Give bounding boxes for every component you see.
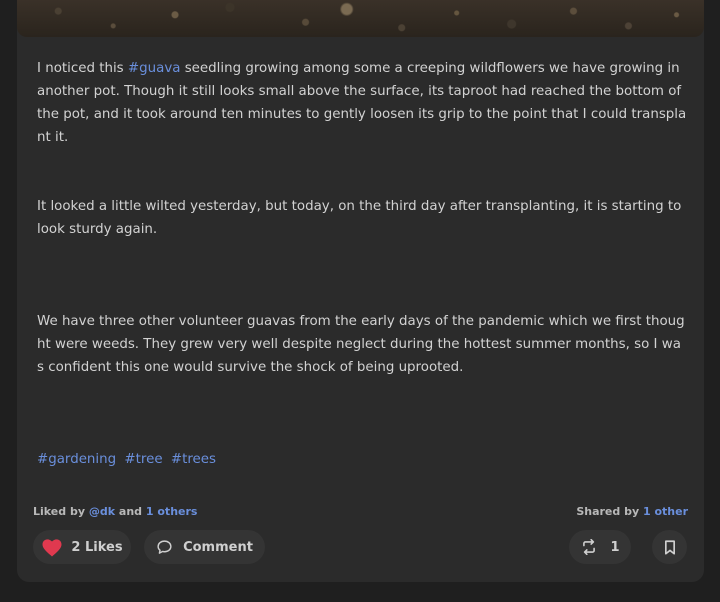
comment-button[interactable]: Comment (144, 530, 265, 564)
liked-by-line: Liked by @dk and 1 others (33, 505, 197, 518)
hashtag-trees[interactable]: #trees (171, 452, 216, 467)
liked-by-prefix: Liked by (33, 505, 86, 518)
liked-by-user-link[interactable]: @dk (89, 505, 115, 518)
shared-by-line: Shared by 1 other (576, 505, 688, 518)
post-photo[interactable] (17, 0, 704, 37)
liked-by-and: and (118, 505, 143, 518)
share-count: 1 (610, 539, 620, 555)
likes-count: 2 (71, 539, 81, 555)
likes-label: Likes (84, 539, 123, 555)
repost-icon (580, 539, 598, 555)
hashtag-list: #gardening #tree #trees (37, 448, 220, 471)
comment-label: Comment (183, 539, 253, 555)
like-button[interactable]: 2 Likes (33, 530, 131, 564)
liked-by-others-link[interactable]: 1 others (146, 505, 198, 518)
bookmark-icon (664, 539, 676, 555)
hashtag-tree[interactable]: #tree (124, 452, 162, 467)
post-paragraph-2: It looked a little wilted yesterday, but… (37, 199, 682, 237)
post-paragraph-1: I noticed this #guava seedling growing a… (37, 57, 687, 145)
share-button[interactable]: 1 (569, 530, 631, 564)
post-paragraph-3: We have three other volunteer guavas fro… (37, 314, 685, 375)
hashtag-guava[interactable]: #guava (128, 61, 181, 76)
post-card: I noticed this #guava seedling growing a… (17, 0, 704, 582)
p1-pre-text: I noticed this (37, 61, 128, 76)
shared-by-others-link[interactable]: 1 other (643, 505, 688, 518)
bookmark-button[interactable] (652, 530, 687, 564)
post-body: I noticed this #guava seedling growing a… (37, 57, 687, 379)
heart-icon (41, 538, 63, 557)
shared-by-prefix: Shared by (576, 505, 640, 518)
comment-bubble-icon (156, 539, 173, 556)
hashtag-gardening[interactable]: #gardening (37, 452, 116, 467)
